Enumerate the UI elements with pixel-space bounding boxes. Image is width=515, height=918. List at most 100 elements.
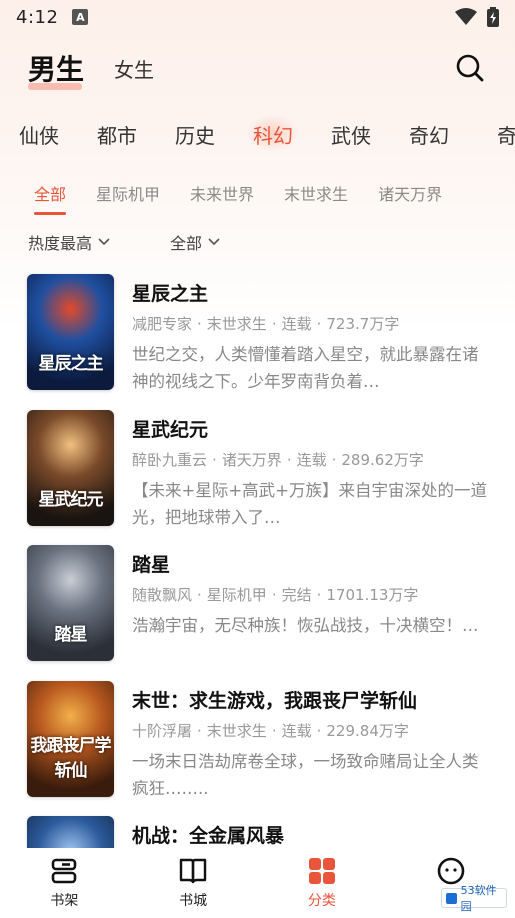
book-cover[interactable]: 星武纪元 [27,409,114,526]
subtab-all[interactable]: 全部 [34,181,67,215]
filter-row: 热度最高 全部 [0,226,515,258]
app-notification-icon: A [72,9,89,25]
separator-dot: · [212,450,217,469]
chevron-down-icon [98,238,110,246]
tab-category-xianxia[interactable]: 仙侠 [0,120,78,149]
bottom-nav: 书架 书城 分类 我 [0,848,515,918]
status-time: 4:12 [16,6,59,28]
book-genre: 星际机甲 [206,586,267,604]
separator-dot: · [316,315,322,333]
subtab-apocalypse[interactable]: 末世求生 [284,181,348,205]
tab-category-qihuan[interactable]: 奇幻 [390,120,468,149]
tab-male[interactable]: 男生 [28,48,84,90]
subtab-mecha[interactable]: 星际机甲 [96,181,160,205]
book-author: 十阶浮屠 [132,721,193,740]
cover-title-art: 我跟丧尸学斩仙 [30,735,112,781]
cover-title-art: 踏星 [54,625,88,645]
cover-title-art: 星武纪元 [38,489,104,510]
book-list: 星辰之主 星辰之主 减肥专家 · 末世求生 · 连载 · 723.7万字 世纪之交，人类懵懂… [0,274,515,918]
separator-dot: · [197,721,202,740]
book-title[interactable]: 机战：全金属风暴 [132,821,492,847]
book-cover[interactable]: 我跟丧尸学斩仙 [27,680,114,797]
separator-dot: · [271,721,277,740]
book-word-count: 723.7万字 [326,315,400,333]
status-bar: 4:12 A [0,0,515,34]
book-description: 【未来+星际+高武+万族】来自宇宙深处的一道光，把地球带入了… [132,480,487,527]
cover-title-art: 星辰之主 [38,354,104,374]
nav-label-category: 分类 [307,893,336,909]
status-filter-label: 全部 [170,234,203,253]
book-title[interactable]: 末世：求生游戏，我跟丧尸学斩仙 [132,686,492,712]
book-word-count: 289.62万字 [341,450,424,469]
book-description: 一场末日浩劫席卷全球，一场致命赌局让全人类疯狂…….. [132,751,479,798]
tab-category-wuxia[interactable]: 武侠 [312,120,390,149]
book-title[interactable]: 星辰之主 [132,279,492,305]
book-description: 浩瀚宇宙，无尽种族！恢弘战技，十决横空！… [132,616,479,635]
separator-dot: · [316,721,322,740]
book-word-count: 1701.13万字 [326,586,419,604]
book-title[interactable]: 踏星 [132,550,492,576]
book-meta: 减肥专家 · 末世求生 · 连载 · 723.7万字 [132,313,492,335]
separator-dot: · [331,450,337,469]
sort-label: 热度最高 [28,234,93,253]
separator-dot: · [271,586,277,604]
watermark-text: 53软件园 [460,884,497,913]
book-list-item[interactable]: 踏星 踏星 随散飘风 · 星际机甲 · 完结 · 1701.13万字 浩瀚宇宙，无尽种族！恢… [0,545,515,681]
header: 男生 女生 [0,40,515,96]
book-meta: 醉卧九重云 · 诸天万界 · 连载 · 289.62万字 [132,449,492,471]
separator-dot: · [271,315,277,333]
watermark-logo: 53软件园 [441,884,507,913]
book-description: 世纪之交，人类懵懂着踏入星空，就此暴露在诸神的视线之下。少年罗南背负着… [132,345,479,391]
book-meta: 十阶浮屠 · 末世求生 · 连载 · 229.84万字 [132,720,492,742]
chevron-down-icon [208,238,220,246]
tab-category-kehuan[interactable]: 科幻 [234,113,312,152]
nav-label-bookstore: 书城 [179,893,208,909]
watermark-icon [446,892,457,904]
tab-category-lishi[interactable]: 历史 [156,120,234,149]
search-button[interactable] [453,51,487,85]
book-list-item[interactable]: 星武纪元 星武纪元 醉卧九重云 · 诸天万界 · 连载 · 289.62万字 【未来+星际+… [0,409,515,546]
book-status: 连载 [281,315,312,333]
book-status: 连载 [296,450,327,469]
separator-dot: · [197,586,202,604]
book-status: 连载 [281,721,312,740]
book-author: 醉卧九重云 [132,450,208,469]
book-list-item[interactable]: 星辰之主 星辰之主 减肥专家 · 末世求生 · 连载 · 723.7万字 世纪之交，人类懵懂… [0,274,515,410]
book-meta: 随散飘风 · 星际机甲 · 完结 · 1701.13万字 [132,584,492,606]
separator-dot: · [197,315,202,333]
book-open-icon [179,858,207,884]
book-genre: 末世求生 [206,721,267,740]
book-info: 星辰之主 减肥专家 · 末世求生 · 连载 · 723.7万字 世纪之交，人类懵懂着踏入星空… [132,274,492,410]
tab-category-dushi[interactable]: 都市 [78,120,156,149]
battery-icon [487,7,499,27]
subtab-multiverse[interactable]: 诸天万界 [378,181,442,205]
sort-dropdown[interactable]: 热度最高 [28,230,110,254]
nav-bookshelf[interactable]: 书架 [0,848,129,918]
book-genre: 末世求生 [206,315,267,333]
separator-dot: · [286,450,292,469]
wifi-icon [455,8,477,25]
book-cover[interactable]: 星辰之主 [27,274,114,390]
book-info: 末世：求生游戏，我跟丧尸学斩仙 十阶浮屠 · 末世求生 · 连载 · 229.84万字 一场… [132,681,492,817]
book-list-item[interactable]: 我跟丧尸学斩仙 末世：求生游戏，我跟丧尸学斩仙 十阶浮屠 · 末世求生 · 连载 · 229… [0,680,515,817]
bookshelf-icon [52,858,77,884]
category-tabs: 仙侠 都市 历史 科幻 武侠 奇幻 奇 [0,108,515,160]
sub-category-tabs: 全部 星际机甲 未来世界 末世求生 诸天万界 [0,172,515,215]
nav-category[interactable]: 分类 [258,848,387,918]
nav-bookstore[interactable]: 书城 [129,848,258,918]
book-author: 随散飘风 [132,586,193,604]
status-dropdown[interactable]: 全部 [170,230,220,254]
book-info: 星武纪元 醉卧九重云 · 诸天万界 · 连载 · 289.62万字 【未来+星际+高武+万族… [132,410,492,546]
book-status: 完结 [281,586,312,604]
book-genre: 诸天万界 [221,450,282,469]
book-author: 减肥专家 [132,315,193,333]
separator-dot: · [316,586,322,604]
book-word-count: 229.84万字 [326,721,409,740]
subtab-future[interactable]: 未来世界 [190,181,254,205]
tab-category-partial[interactable]: 奇 [468,120,515,149]
search-icon [456,54,484,82]
book-title[interactable]: 星武纪元 [132,415,492,441]
book-cover[interactable]: 踏星 [27,545,114,661]
book-info: 踏星 随散飘风 · 星际机甲 · 完结 · 1701.13万字 浩瀚宇宙，无尽种族！恢弘战技… [132,545,492,681]
tab-female[interactable]: 女生 [114,54,154,83]
